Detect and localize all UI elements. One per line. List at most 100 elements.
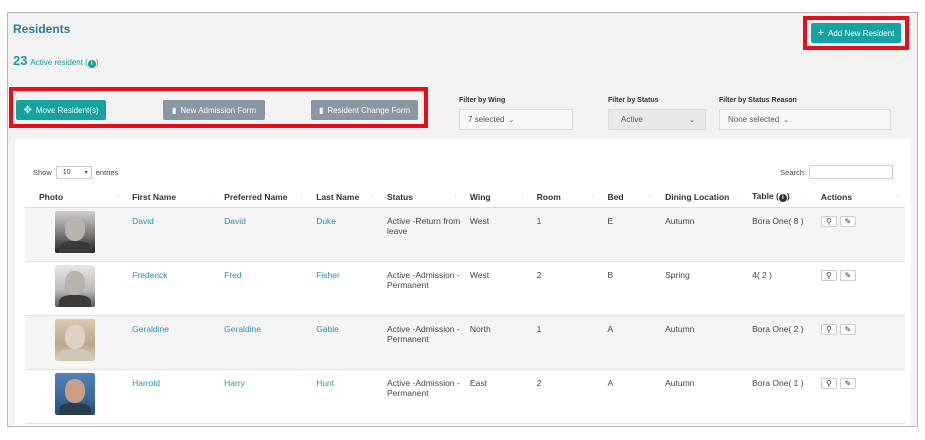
view-search-icon[interactable]: ⚲ [820, 377, 837, 389]
view-search-icon[interactable]: ⚲ [820, 215, 837, 227]
bed-cell: A [599, 315, 658, 370]
sort-icon: ↕ [591, 193, 595, 199]
dining-cell: Autumn [657, 207, 745, 262]
chevron-down-icon: ⌄ [783, 116, 790, 124]
dining-cell: Spring [657, 261, 745, 316]
page-title: Residents [13, 22, 71, 36]
sort-icon: ↕ [804, 193, 808, 199]
last-name-link[interactable]: Duke [308, 207, 379, 262]
wing-cell: East [461, 369, 529, 424]
room-cell: 2 [528, 261, 600, 316]
dining-cell: Autumn [657, 369, 745, 424]
table-row: Geraldine Geraldine Gable Active -Admiss… [25, 315, 905, 370]
col-room[interactable]: Room ↕ [528, 187, 600, 208]
resident-photo[interactable] [54, 318, 95, 361]
move-arrows-icon: ✥ [23, 104, 32, 116]
move-residents-button[interactable]: ✥ Move Resident(s) [16, 100, 106, 120]
preferred-name-link[interactable]: Geraldine [216, 315, 309, 370]
resident-photo[interactable] [54, 210, 95, 253]
status-cell: Active -Admission - Permanent [378, 261, 462, 316]
view-search-icon[interactable]: ⚲ [820, 269, 837, 281]
add-new-resident-button[interactable]: + Add New Resident [811, 23, 901, 43]
table-row: David David Duke Active -Return from lea… [25, 207, 905, 262]
dining-cell: Autumn [657, 315, 745, 370]
first-name-link[interactable]: Harrold [124, 369, 217, 424]
filter-reason-select[interactable]: None selected ⌄ [719, 109, 891, 130]
table-header-row: Photo ↕ First Name ↕ Preferred Name ↕ Last … [25, 187, 905, 208]
document-icon: ▮ [172, 105, 177, 115]
resident-photo[interactable] [54, 264, 95, 307]
filter-wing-select[interactable]: 7 selected ⌄ [459, 109, 573, 130]
first-name-link[interactable]: Geraldine [124, 315, 217, 370]
filter-status-label: Filter by Status [608, 97, 659, 104]
info-icon[interactable]: i [87, 60, 96, 68]
bed-cell: E [599, 207, 658, 262]
table-search: Search: [780, 165, 893, 179]
plus-icon: + [817, 27, 825, 39]
chevron-down-icon: ⌄ [508, 116, 515, 124]
chevron-down-icon: ⌄ [689, 116, 695, 124]
preferred-name-link[interactable]: Harry [216, 369, 309, 424]
edit-icon[interactable]: ✎ [839, 323, 856, 335]
status-cell: Active -Admission - Permanent [378, 315, 462, 370]
sort-icon: ↕ [736, 193, 740, 199]
preferred-name-link[interactable]: Fred [216, 261, 309, 316]
actions-cell: ⚲ ✎ [812, 261, 905, 316]
search-input[interactable] [809, 165, 893, 179]
filter-status-select[interactable]: Active ⌄ [608, 109, 706, 130]
col-preferred-name[interactable]: Preferred Name ↕ [216, 187, 309, 208]
status-cell: Active -Return from leave [378, 207, 462, 262]
room-cell: 1 [528, 207, 600, 262]
sort-icon: ↕ [649, 193, 653, 199]
residents-table-card: Show 10 ▾ entries Search: Photo ↕ First N… [15, 139, 911, 426]
chevron-down-icon: ▾ [84, 170, 88, 176]
sort-icon: ↕ [208, 193, 212, 199]
first-name-link[interactable]: Frederick [124, 261, 217, 316]
col-last-name[interactable]: Last Name ↕ [308, 187, 379, 208]
resident-change-form-button[interactable]: ▮ Resident Change Form [311, 100, 418, 120]
first-name-link[interactable]: David [124, 207, 217, 262]
last-name-link[interactable]: Gable [308, 315, 379, 370]
table-row: Frederick Fred Fisher Active -Admission … [25, 261, 905, 316]
col-actions[interactable]: Actions ↕ [812, 187, 905, 208]
status-cell: Active -Admission - Permanent [378, 369, 462, 424]
wing-cell: West [461, 261, 529, 316]
col-dining-location[interactable]: Dining Location ↕ [657, 187, 745, 208]
col-first-name[interactable]: First Name ↕ [124, 187, 217, 208]
active-count-number: 23 [13, 53, 28, 68]
sort-icon: ↕ [897, 193, 900, 199]
sort-icon: ↕ [453, 193, 457, 199]
new-admission-form-button[interactable]: ▮ New Admission Form [163, 100, 265, 120]
last-name-link[interactable]: Fisher [308, 261, 379, 316]
view-search-icon[interactable]: ⚲ [820, 323, 837, 335]
wing-cell: North [461, 315, 529, 370]
last-name-link[interactable]: Hunt [308, 369, 379, 424]
resident-photo[interactable] [54, 372, 95, 415]
col-table[interactable]: Table (i) ↕ [744, 187, 813, 208]
col-photo[interactable]: Photo ↕ [25, 187, 125, 208]
active-resident-count: 23 Active resident (i) [13, 53, 99, 68]
page-size-control: Show 10 ▾ entries [33, 166, 119, 179]
col-bed[interactable]: Bed ↕ [599, 187, 658, 208]
sort-icon: ↕ [520, 193, 524, 199]
actions-cell: ⚲ ✎ [812, 315, 905, 370]
info-icon: i [778, 194, 787, 203]
table-cell: Bora One( 2 ) [744, 315, 813, 370]
room-cell: 2 [528, 369, 600, 424]
edit-icon[interactable]: ✎ [839, 377, 856, 389]
actions-cell: ⚲ ✎ [812, 207, 905, 262]
residents-table: Photo ↕ First Name ↕ Preferred Name ↕ Last … [25, 187, 905, 424]
col-status[interactable]: Status ↕ [378, 187, 462, 208]
document-icon: ▮ [318, 105, 324, 115]
table-row: Harrold Harry Hunt Active -Admission - P… [25, 369, 905, 424]
table-cell: 4( 2 ) [744, 261, 813, 316]
col-wing[interactable]: Wing ↕ [461, 187, 529, 208]
active-count-label: Active resident (i) [30, 58, 99, 68]
preferred-name-link[interactable]: David [216, 207, 309, 262]
page-size-select[interactable]: 10 ▾ [55, 166, 92, 179]
filter-reason-label: Filter by Status Reason [719, 97, 797, 104]
edit-icon[interactable]: ✎ [839, 269, 856, 281]
residents-page: Residents 23 Active resident (i) + Add N… [7, 12, 918, 427]
edit-icon[interactable]: ✎ [839, 215, 856, 227]
bed-cell: A [599, 369, 658, 424]
